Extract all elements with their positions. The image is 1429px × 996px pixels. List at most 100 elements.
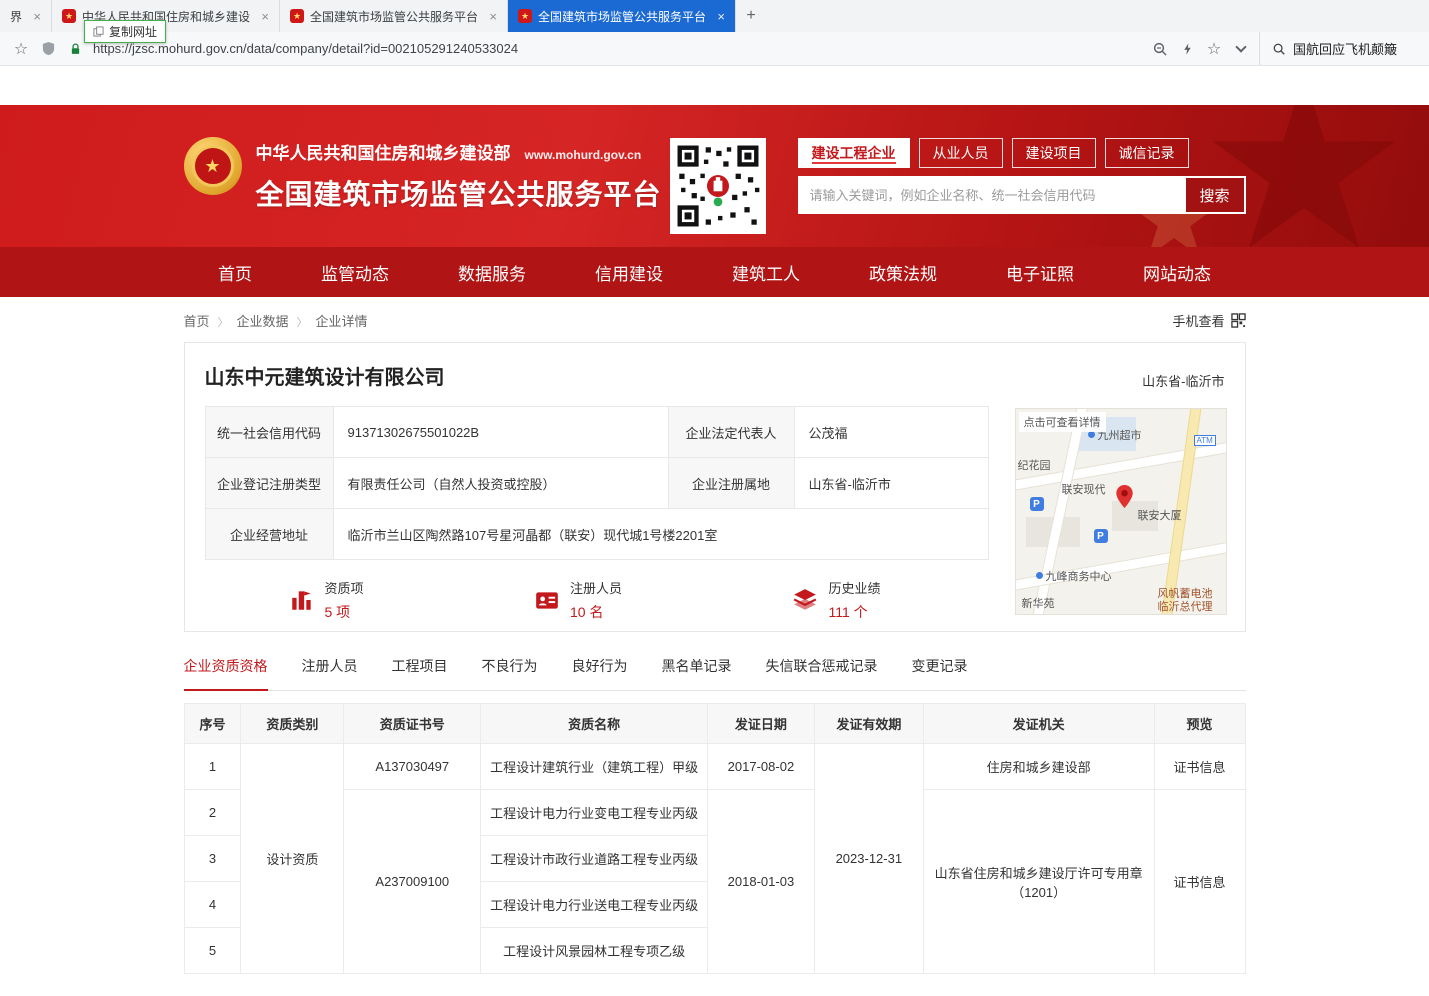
- tab-engineering-projects[interactable]: 工程项目: [392, 656, 448, 690]
- nav-item-site-news[interactable]: 网站动态: [1143, 260, 1211, 285]
- company-name: 山东中元建筑设计有限公司: [205, 361, 1225, 390]
- close-icon[interactable]: ×: [717, 10, 725, 23]
- breadcrumb-home[interactable]: 首页: [184, 311, 210, 330]
- tab-blacklist-records[interactable]: 黑名单记录: [662, 656, 732, 690]
- close-icon[interactable]: ×: [489, 10, 497, 23]
- search-icon: [1272, 42, 1286, 56]
- quick-search-text: 国航回应飞机颠簸: [1293, 39, 1397, 58]
- close-icon[interactable]: ×: [33, 10, 41, 23]
- copy-icon: [93, 26, 104, 37]
- cell-qual-name: 工程设计建筑行业（建筑工程）甲级: [481, 744, 708, 790]
- url-input[interactable]: https://jzsc.mohurd.gov.cn/data/company/…: [93, 41, 1142, 56]
- cell-no: 4: [184, 882, 241, 928]
- nav-item-construction-workers[interactable]: 建筑工人: [732, 260, 800, 285]
- map-poi-dot: [1036, 572, 1043, 579]
- qualification-icon: [289, 587, 315, 613]
- certificate-info-link[interactable]: 证书信息: [1154, 790, 1245, 974]
- stat-registered-personnel[interactable]: 注册人员 10 名: [534, 578, 622, 622]
- breadcrumb-company-data[interactable]: 企业数据: [210, 311, 289, 330]
- map-label-lianan-tower: 联安大厦: [1138, 507, 1182, 523]
- browser-tab-partial[interactable]: 界 ×: [0, 0, 52, 32]
- copy-url-tooltip: 复制网址: [84, 20, 166, 43]
- https-lock-icon: [66, 40, 84, 58]
- browser-quick-search[interactable]: 国航回应飞机颠簸: [1259, 32, 1417, 65]
- site-favicon-icon: ★: [290, 9, 304, 23]
- map-parking-badge: P: [1094, 529, 1108, 543]
- tab-registered-personnel[interactable]: 注册人员: [302, 656, 358, 690]
- tab-change-records[interactable]: 变更记录: [912, 656, 968, 690]
- company-stats: 资质项 5 项 注册人员 10 名 历史业绩 111 个: [205, 578, 945, 622]
- favorite-star-icon[interactable]: ☆: [1205, 40, 1223, 58]
- stat-historical-achievements[interactable]: 历史业绩 111 个: [792, 578, 880, 622]
- site-logo[interactable]: ★ 中华人民共和国住房和城乡建设部 www.mohurd.gov.cn 全国建筑…: [184, 137, 662, 213]
- cell-no: 3: [184, 836, 241, 882]
- map-label-xinhuayuan: 新华苑: [1022, 595, 1055, 611]
- col-header-qual-name: 资质名称: [481, 704, 708, 744]
- cell-qual-name: 工程设计电力行业送电工程专业丙级: [481, 882, 708, 928]
- cell-issue-date: 2017-08-02: [707, 744, 814, 790]
- search-tab-practitioners[interactable]: 从业人员: [919, 138, 1003, 168]
- col-header-validity: 发证有效期: [814, 704, 923, 744]
- address-label: 企业经营地址: [205, 509, 333, 560]
- map-atm-badge: ATM: [1194, 435, 1216, 446]
- tab-dishonesty-records[interactable]: 失信联合惩戒记录: [766, 656, 878, 690]
- search-button[interactable]: 搜索: [1184, 176, 1246, 214]
- chevron-down-icon[interactable]: [1232, 40, 1250, 58]
- reg-type-value: 有限责任公司（自然人投资或控股）: [333, 458, 668, 509]
- col-header-preview: 预览: [1154, 704, 1245, 744]
- address-bar: ☆ https://jzsc.mohurd.gov.cn/data/compan…: [0, 32, 1429, 66]
- col-header-issue-date: 发证日期: [707, 704, 814, 744]
- table-row: 2 A237009100 工程设计电力行业变电工程专业丙级 2018-01-03…: [184, 790, 1245, 836]
- nav-item-credit-building[interactable]: 信用建设: [595, 260, 663, 285]
- company-location-map[interactable]: 点击可查看详情 九州超市 ATM 纪花园 联安现代 联安大厦 P P 九峰商务中…: [1015, 408, 1227, 615]
- keyword-search-input[interactable]: [798, 176, 1184, 214]
- cell-authority: 住房和城乡建设部: [923, 744, 1154, 790]
- nav-item-data-services[interactable]: 数据服务: [458, 260, 526, 285]
- new-tab-button[interactable]: +: [736, 0, 766, 32]
- search-tab-credit-records[interactable]: 诚信记录: [1105, 138, 1189, 168]
- cell-no: 5: [184, 928, 241, 974]
- stat-label: 资质项: [325, 578, 364, 597]
- map-parking-badge: P: [1030, 497, 1044, 511]
- map-label-battery-2: 临沂总代理: [1158, 598, 1213, 614]
- tab-bad-behavior[interactable]: 不良行为: [482, 656, 538, 690]
- cell-cert-no: A237009100: [344, 790, 481, 974]
- cell-no: 1: [184, 744, 241, 790]
- search-tab-construction-enterprise[interactable]: 建设工程企业: [798, 138, 910, 168]
- tab-good-behavior[interactable]: 良好行为: [572, 656, 628, 690]
- nav-item-supervision-news[interactable]: 监管动态: [321, 260, 389, 285]
- search-tab-projects[interactable]: 建设项目: [1012, 138, 1096, 168]
- header-search-area: 建设工程企业 从业人员 建设项目 诚信记录 搜索: [798, 138, 1246, 214]
- ministry-name: 中华人民共和国住房和城乡建设部: [256, 139, 511, 164]
- close-icon[interactable]: ×: [261, 10, 269, 23]
- legal-rep-value: 公茂福: [794, 407, 988, 458]
- bookmark-star-icon[interactable]: ☆: [12, 40, 30, 58]
- nav-item-e-certificates[interactable]: 电子证照: [1006, 260, 1074, 285]
- mobile-view-button[interactable]: 手机查看: [1172, 311, 1245, 330]
- mobile-view-label: 手机查看: [1172, 311, 1224, 330]
- flash-icon[interactable]: [1178, 40, 1196, 58]
- col-header-category: 资质类别: [241, 704, 344, 744]
- detail-tabs: 企业资质资格 注册人员 工程项目 不良行为 良好行为 黑名单记录 失信联合惩戒记…: [184, 656, 1246, 691]
- browser-tab-jzsc-1[interactable]: ★ 全国建筑市场监管公共服务平台 ×: [280, 0, 508, 32]
- cell-issue-date: 2018-01-03: [707, 790, 814, 974]
- stat-qualifications[interactable]: 资质项 5 项: [289, 578, 364, 622]
- cell-validity: 2023-12-31: [814, 744, 923, 974]
- credit-code-value: 91371302675501022B: [333, 407, 668, 458]
- certificate-info-link[interactable]: 证书信息: [1154, 744, 1245, 790]
- site-header-banner: ★ 中华人民共和国住房和城乡建设部 www.mohurd.gov.cn 全国建筑…: [0, 105, 1429, 247]
- page-content: 首页 企业数据 企业详情 手机查看 山东中元建筑设计有限公司 山东省-临沂市 统…: [184, 311, 1246, 974]
- tab-label: 全国建筑市场监管公共服务平台: [310, 8, 483, 25]
- qualifications-table: 序号 资质类别 资质证书号 资质名称 发证日期 发证有效期 发证机关 预览 1 …: [184, 703, 1246, 974]
- map-label-garden: 纪花园: [1018, 457, 1051, 473]
- breadcrumb: 首页 企业数据 企业详情 手机查看: [184, 311, 1246, 330]
- col-header-authority: 发证机关: [923, 704, 1154, 744]
- tab-enterprise-qualifications[interactable]: 企业资质资格: [184, 656, 268, 691]
- ministry-website: www.mohurd.gov.cn: [525, 148, 642, 162]
- shield-icon[interactable]: [39, 40, 57, 58]
- zoom-icon[interactable]: [1151, 40, 1169, 58]
- nav-item-policies[interactable]: 政策法规: [869, 260, 937, 285]
- browser-tab-jzsc-active[interactable]: ★ 全国建筑市场监管公共服务平台 ×: [508, 0, 736, 32]
- table-row: 1 设计资质 A137030497 工程设计建筑行业（建筑工程）甲级 2017-…: [184, 744, 1245, 790]
- nav-item-home[interactable]: 首页: [218, 260, 252, 285]
